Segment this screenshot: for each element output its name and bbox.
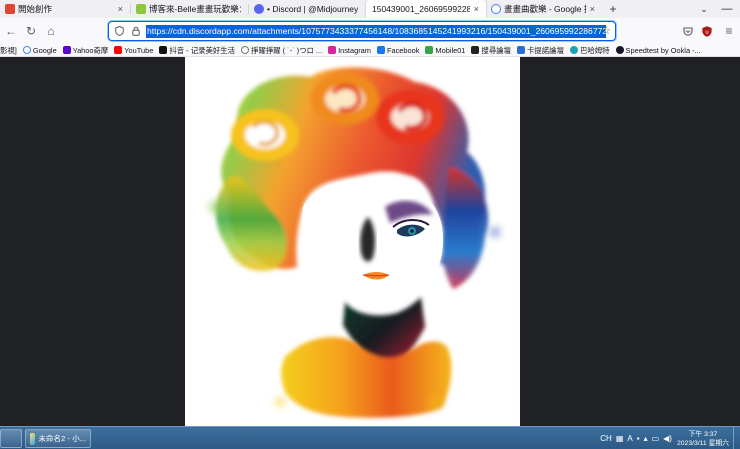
bookmark-label: Speedtest by Ookla -... [625, 45, 701, 55]
close-icon[interactable]: × [114, 4, 123, 14]
bookmark-gamer[interactable]: 巴哈姆特 [569, 45, 610, 56]
globe-icon [241, 46, 250, 54]
tab-label: • Discord | @Midjourney Bot [267, 4, 359, 14]
douyin-icon [159, 46, 168, 54]
create-favicon-icon [5, 4, 15, 14]
tab-label: 150439001_2606959922867​72_3 [372, 4, 470, 14]
close-icon[interactable]: × [470, 4, 479, 14]
pocket-icon[interactable] [681, 22, 695, 40]
ime-icon[interactable]: ▦ [616, 434, 624, 443]
menu-icon[interactable]: ≡ [722, 22, 736, 40]
google-favicon-icon [491, 4, 501, 14]
bookmark-label: YouTube [124, 45, 154, 55]
clock-time: 下午 3:37 [688, 430, 718, 438]
input-tools-icon[interactable]: ▪ [637, 434, 640, 443]
tab-label: 開始創作 [18, 4, 53, 14]
bookmark-label: 掙躍掙躍 ( ˙-˙ )つロ ... [251, 45, 323, 55]
tray-more-icon[interactable]: ▴ [644, 434, 648, 443]
bookmark-douyin[interactable]: 抖音 - 记录美好生活 [159, 45, 235, 56]
font-size-icon[interactable]: A [627, 434, 632, 443]
bookmark-label: 搜尋論壇 [481, 45, 511, 55]
taskbar-item[interactable] [0, 429, 22, 448]
gamer-icon [569, 46, 578, 54]
navigation-bar: ← ↻ ⌂ https://cdn.discordapp.com/attachm… [0, 18, 740, 44]
bookmark-google[interactable]: Google [22, 45, 57, 55]
tab-label: 博客來-Belle畫畫玩歡樂：零基 [149, 4, 241, 14]
yahoo-icon [62, 46, 71, 54]
mobile01-icon [425, 46, 434, 54]
page-content [0, 57, 740, 426]
close-icon[interactable]: × [586, 4, 595, 14]
language-indicator[interactable]: CH [600, 434, 612, 443]
bookmark-yahoo[interactable]: Yahoo奇摩 [62, 45, 109, 56]
youtube-icon [114, 46, 123, 54]
lock-icon[interactable] [129, 24, 143, 38]
volume-icon[interactable]: ◀) [663, 434, 672, 443]
taskbar-paint-window[interactable]: 未命名2 - 小... [25, 429, 91, 448]
tab-books[interactable]: 博客來-Belle畫畫玩歡樂：零基 [131, 0, 248, 18]
displayed-image[interactable] [185, 57, 520, 426]
bookmark-facebook[interactable]: Facebook [376, 45, 420, 55]
bookmark-label: 卡提諾論壇 [527, 45, 564, 55]
tab-google-search[interactable]: 畫畫曲歡樂 - Google 搜尋 × [486, 0, 602, 18]
bookmarks-toolbar: 影視] Google Yahoo奇摩 YouTube 抖音 - 记录美好生活 掙… [0, 44, 740, 57]
bookmark-label: 巴哈姆特 [579, 45, 610, 55]
tab-image-active[interactable]: 150439001_2606959922867​72_3 × [366, 0, 486, 18]
bookmark-star-icon[interactable]: ☆ [601, 24, 611, 37]
url-text[interactable]: https://cdn.discordapp.com/attachments/1… [146, 24, 606, 38]
system-clock[interactable]: 下午 3:37 2023/3/11 星期六 [677, 430, 729, 448]
bookmark-label: Instagram [338, 45, 371, 55]
svg-text:u: u [705, 29, 709, 35]
ublock-extension-icon[interactable]: u [700, 22, 714, 40]
tab-discord[interactable]: • Discord | @Midjourney Bot [249, 0, 366, 18]
home-button[interactable]: ⌂ [42, 22, 60, 40]
bookmark-label: Google [32, 45, 57, 55]
tab-label: 畫畫曲歡樂 - Google 搜尋 [504, 4, 586, 14]
show-desktop-button[interactable] [733, 427, 740, 449]
books-favicon-icon [136, 4, 146, 14]
bookmark-youtube[interactable]: YouTube [114, 46, 153, 55]
tab-create[interactable]: 開始創作 × [0, 0, 130, 18]
bookmark-forum-search[interactable]: 搜尋論壇 [471, 45, 511, 56]
watercolor-portrait-image [209, 67, 500, 418]
facebook-icon [376, 46, 385, 54]
bookmark-ck101[interactable]: 卡提諾論壇 [517, 45, 564, 56]
bookmark-anime[interactable]: 掙躍掙躍 ( ˙-˙ )つロ ... [241, 45, 322, 56]
instagram-icon [328, 46, 337, 54]
bookmark-speedtest[interactable]: Speedtest by Ookla -... [615, 45, 701, 55]
bookmark-item[interactable]: 影視] [0, 45, 17, 56]
taskbar-item-label: 未命名2 - 小... [38, 434, 86, 443]
network-icon[interactable]: ▭ [652, 434, 660, 443]
forum-icon [471, 46, 480, 54]
bookmark-label: 抖音 - 记录美好生活 [169, 45, 236, 55]
ck101-icon [517, 46, 525, 54]
address-bar[interactable]: https://cdn.discordapp.com/attachments/1… [108, 21, 616, 41]
shield-icon[interactable] [112, 24, 126, 38]
minimize-button[interactable]: — [714, 0, 740, 18]
discord-favicon-icon [254, 4, 264, 14]
speedtest-icon [615, 46, 624, 54]
back-button[interactable]: ← [2, 22, 20, 40]
bookmark-instagram[interactable]: Instagram [328, 46, 371, 55]
system-tray: CH ▦ A ▪ ▴ ▭ ◀) 下午 3:37 2023/3/11 星期六 [598, 427, 740, 449]
clock-date: 2023/3/11 星期六 [676, 439, 729, 447]
bookmark-label: 影視] [0, 45, 17, 55]
bookmark-label: Facebook [386, 45, 420, 55]
bookmark-mobile01[interactable]: Mobile01 [425, 46, 465, 55]
reload-button[interactable]: ↻ [22, 22, 40, 40]
google-icon [22, 46, 31, 54]
windows-taskbar: 未命名2 - 小... CH ▦ A ▪ ▴ ▭ ◀) 下午 3:37 2023… [0, 426, 740, 449]
bookmark-label: Yahoo奇摩 [72, 45, 109, 55]
tab-strip: 開始創作 × 博客來-Belle畫畫玩歡樂：零基 • Discord | @Mi… [0, 0, 740, 18]
new-tab-button[interactable]: + [602, 0, 624, 18]
bookmark-label: Mobile01 [435, 45, 466, 55]
list-all-tabs-button[interactable]: ⌄ [694, 0, 714, 18]
paint-app-icon [30, 432, 36, 445]
